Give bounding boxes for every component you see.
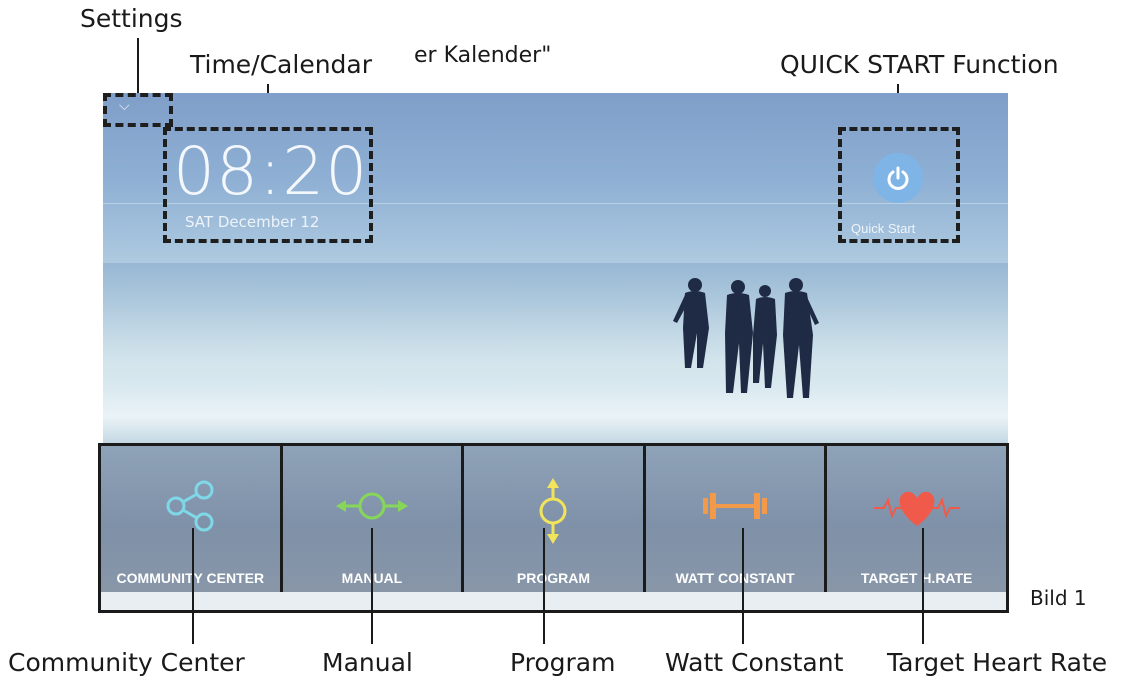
runners-image	[673, 278, 819, 398]
manual-icon	[335, 492, 408, 520]
tile-label: WATT CONSTANT	[675, 570, 795, 586]
dumbbell-icon	[703, 493, 768, 519]
callout-settings: Settings	[80, 4, 183, 33]
callout-program: Program	[510, 648, 616, 677]
tile-program[interactable]: PROGRAM	[464, 446, 646, 592]
tile-watt-constant[interactable]: WATT CONSTANT	[645, 446, 828, 592]
watt-leader-line	[742, 528, 744, 644]
callout-fragment: er Kalender"	[414, 43, 552, 68]
sea-haze	[103, 263, 1008, 358]
community-leader-line	[192, 528, 194, 644]
tile-target-heart-rate[interactable]: TARGET H.RATE	[827, 446, 1006, 592]
tile-label: TARGET H.RATE	[860, 570, 973, 586]
callout-manual: Manual	[322, 648, 413, 677]
menu-tiles: COMMUNITY CENTER MANUAL PROGRAM	[98, 443, 1009, 613]
time-calendar-highlight	[163, 127, 373, 243]
callout-target-heart-rate: Target Heart Rate	[887, 648, 1108, 677]
quick-start-highlight	[838, 127, 960, 243]
callout-time-calendar: Time/Calendar	[190, 50, 373, 79]
heart-rate-icon	[873, 491, 960, 526]
share-icon	[166, 480, 214, 532]
device-screen: ⌵ 08:20 SAT December 12 Quick Start	[103, 93, 1008, 443]
shore	[103, 378, 1008, 443]
settings-leader-line	[137, 38, 139, 98]
tile-label: COMMUNITY CENTER	[116, 570, 265, 586]
callout-quick-start-function: QUICK START Function	[780, 50, 1059, 79]
heart-rate-leader-line	[922, 528, 924, 644]
settings-highlight	[103, 93, 173, 127]
tile-label: PROGRAM	[516, 570, 591, 586]
callout-watt-constant: Watt Constant	[665, 648, 844, 677]
program-leader-line	[543, 528, 545, 644]
manual-leader-line	[371, 528, 373, 644]
figure-label: Bild 1	[1030, 586, 1087, 610]
program-icon	[539, 478, 567, 544]
tile-manual[interactable]: MANUAL	[282, 446, 465, 592]
callout-community-center: Community Center	[8, 648, 245, 677]
